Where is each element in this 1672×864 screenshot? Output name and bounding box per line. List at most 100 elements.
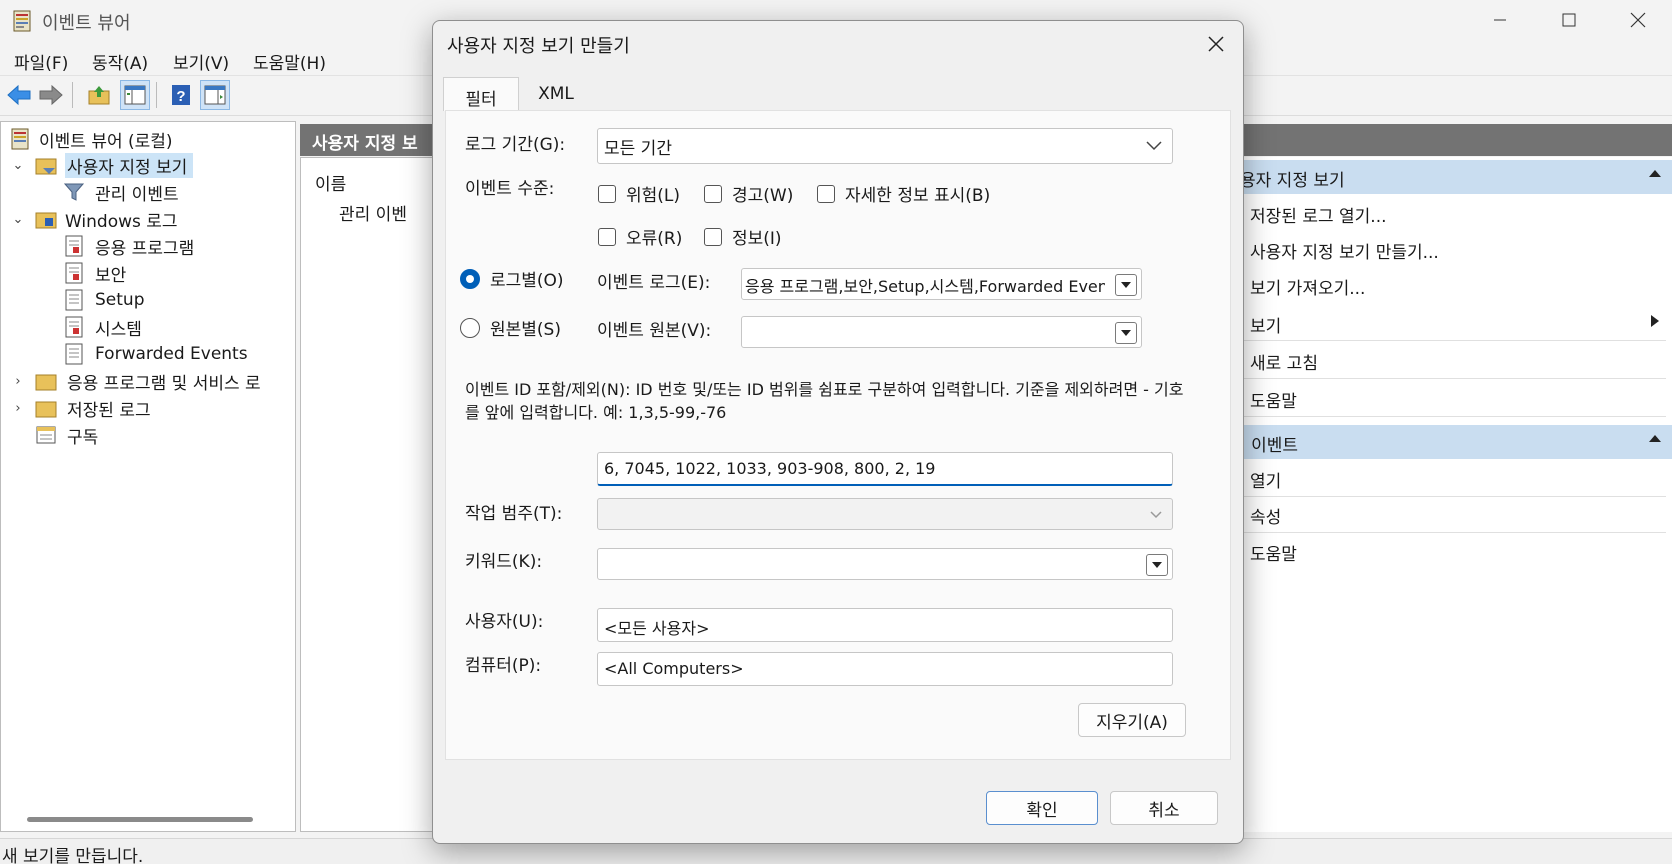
tree-item-admin-events[interactable]: 관리 이벤트 <box>1 179 295 205</box>
critical-checkbox[interactable]: 위험(L) <box>598 181 680 206</box>
actions-section-custom-view[interactable]: 용자 지정 보기 <box>1240 160 1672 194</box>
logged-value: 모든 기간 <box>604 139 672 159</box>
column-header-name[interactable]: 이름 <box>315 170 346 195</box>
menu-file[interactable]: 파일(F) <box>14 49 68 74</box>
clear-button[interactable]: 지우기(A) <box>1078 703 1186 737</box>
checkbox-label: 위험(L) <box>626 186 681 206</box>
section-header-label: 용자 지정 보기 <box>1240 171 1345 191</box>
close-window-button[interactable] <box>1604 0 1672 40</box>
computer-input[interactable]: <All Computers> <box>597 652 1173 686</box>
checkbox-label: 정보(I) <box>732 229 782 249</box>
arrow-right-icon <box>39 84 63 106</box>
action-pane-icon <box>204 85 226 105</box>
task-category-dropdown[interactable] <box>597 498 1173 530</box>
chevron-right-icon[interactable]: › <box>11 401 25 416</box>
collapse-up-icon[interactable] <box>1648 433 1662 443</box>
menu-action[interactable]: 동작(A) <box>92 49 148 74</box>
action-help[interactable]: 도움말 <box>1250 387 1297 412</box>
checkbox-label: 자세한 정보 표시(B) <box>845 186 991 206</box>
tree-label: 응용 프로그램 <box>95 238 195 259</box>
up-folder-button[interactable] <box>84 80 114 110</box>
dropdown-button[interactable] <box>1146 554 1168 576</box>
chevron-right-icon[interactable]: › <box>11 374 25 389</box>
log-icon <box>65 316 83 338</box>
by-log-radio[interactable]: 로그별(O) <box>460 266 564 291</box>
action-open-saved-log[interactable]: 저장된 로그 열기... <box>1250 202 1387 227</box>
folder-up-icon <box>88 86 110 105</box>
event-sources-dropdown[interactable] <box>741 316 1142 348</box>
list-item[interactable]: 관리 이벤 <box>339 200 407 225</box>
tree-label: Windows 로그 <box>65 211 178 232</box>
horizontal-scrollbar[interactable] <box>27 817 253 822</box>
dropdown-button[interactable] <box>1115 322 1137 344</box>
maximize-button[interactable] <box>1535 0 1603 40</box>
submenu-arrow-icon <box>1651 315 1659 327</box>
by-source-radio[interactable]: 원본별(S) <box>460 315 561 340</box>
tree-item-app-services[interactable]: › 응용 프로그램 및 서비스 로 <box>1 368 295 394</box>
event-id-value: 6, 7045, 1022, 1033, 903-908, 800, 2, 19 <box>604 459 936 478</box>
show-console-tree-button[interactable] <box>120 80 150 110</box>
tree-label: 구독 <box>67 427 99 448</box>
user-value: <모든 사용자> <box>604 619 710 638</box>
verbose-checkbox[interactable]: 자세한 정보 표시(B) <box>817 181 990 206</box>
cancel-button[interactable]: 취소 <box>1110 791 1218 825</box>
checkbox-box <box>817 184 835 203</box>
tree-item-saved-logs[interactable]: › 저장된 로그 <box>1 395 295 421</box>
tree-item-forwarded-events[interactable]: Forwarded Events <box>1 341 295 367</box>
information-checkbox[interactable]: 정보(I) <box>704 224 782 249</box>
action-refresh[interactable]: 새로 고침 <box>1250 349 1318 374</box>
tree-item-system[interactable]: 시스템 <box>1 314 295 340</box>
tree-item-subscriptions[interactable]: 구독 <box>1 422 295 448</box>
toolbar-separator <box>72 82 73 108</box>
warning-checkbox[interactable]: 경고(W) <box>704 181 793 206</box>
close-icon <box>1208 36 1224 52</box>
collapse-up-icon[interactable] <box>1648 168 1662 178</box>
event-viewer-icon <box>11 128 29 150</box>
action-import-view[interactable]: 보기 가져오기... <box>1250 274 1365 299</box>
menu-help[interactable]: 도움말(H) <box>253 49 326 74</box>
action-open[interactable]: 열기 <box>1250 467 1281 492</box>
menu-view[interactable]: 보기(V) <box>173 49 229 74</box>
minimize-button[interactable] <box>1466 0 1534 40</box>
log-icon <box>65 289 83 311</box>
ok-button[interactable]: 확인 <box>986 791 1098 825</box>
maximize-icon <box>1562 13 1576 27</box>
checkbox-box <box>598 227 616 246</box>
event-id-input[interactable]: 6, 7045, 1022, 1033, 903-908, 800, 2, 19 <box>597 452 1173 486</box>
tree-item-security[interactable]: 보안 <box>1 260 295 286</box>
event-level-label: 이벤트 수준: <box>465 179 555 199</box>
chevron-down-icon[interactable]: ⌄ <box>11 158 25 173</box>
tree-item-root[interactable]: 이벤트 뷰어 (로컬) <box>1 126 295 152</box>
checkbox-box <box>704 227 722 246</box>
checkbox-box <box>598 184 616 203</box>
action-create-custom-view[interactable]: 사용자 지정 보기 만들기... <box>1250 238 1439 263</box>
keywords-dropdown[interactable] <box>597 548 1173 580</box>
user-input[interactable]: <모든 사용자> <box>597 608 1173 642</box>
subscriptions-icon <box>36 426 56 444</box>
arrow-left-icon <box>7 84 31 106</box>
dialog-close-button[interactable] <box>1199 29 1233 59</box>
chevron-down-icon[interactable]: ⌄ <box>11 212 25 227</box>
show-action-pane-button[interactable] <box>200 80 230 110</box>
logged-label: 로그 기간(G): <box>465 135 566 155</box>
tree-item-custom-views[interactable]: ⌄ 사용자 지정 보기 <box>1 152 295 178</box>
action-properties[interactable]: 속성 <box>1250 503 1281 528</box>
logged-dropdown[interactable]: 모든 기간 <box>597 128 1173 164</box>
action-help[interactable]: 도움말 <box>1250 540 1297 565</box>
tab-filter[interactable]: 필터 <box>443 77 519 111</box>
forward-button[interactable] <box>36 80 66 110</box>
event-logs-dropdown[interactable]: 응용 프로그램,보안,Setup,시스템,Forwarded Events <box>741 268 1142 300</box>
action-view[interactable]: 보기 <box>1250 312 1281 337</box>
back-button[interactable] <box>4 80 34 110</box>
tree-item-windows-logs[interactable]: ⌄ Windows 로그 <box>1 206 295 232</box>
actions-section-admin-events[interactable]: | 이벤트 <box>1240 425 1672 459</box>
help-icon: ? <box>172 85 190 105</box>
error-checkbox[interactable]: 오류(R) <box>598 224 682 249</box>
tree-item-setup[interactable]: Setup <box>1 287 295 313</box>
help-button[interactable]: ? <box>166 80 196 110</box>
tree-label: 시스템 <box>95 319 142 340</box>
chevron-down-icon <box>1152 562 1162 568</box>
dropdown-button[interactable] <box>1115 274 1137 296</box>
tree-item-application[interactable]: 응용 프로그램 <box>1 233 295 259</box>
tab-xml[interactable]: XML <box>519 77 593 111</box>
